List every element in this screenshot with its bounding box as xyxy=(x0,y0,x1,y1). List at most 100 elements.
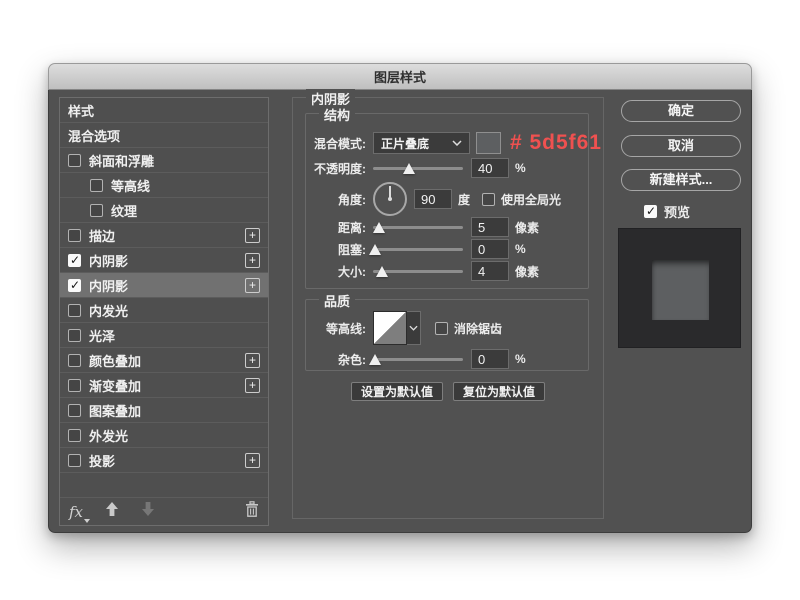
sidebar-item-stroke[interactable]: 描边 + xyxy=(60,223,268,248)
effect-checkbox[interactable] xyxy=(68,378,81,392)
choke-unit: % xyxy=(515,242,526,256)
effect-checkbox[interactable] xyxy=(68,278,81,292)
sidebar-item-label: 内阴影 xyxy=(89,278,129,294)
sidebar-item-gradient-overlay[interactable]: 渐变叠加 + xyxy=(60,373,268,398)
chevron-down-icon xyxy=(409,325,418,331)
size-slider[interactable] xyxy=(373,264,463,278)
sidebar-item-blending-options[interactable]: 混合选项 xyxy=(60,123,268,148)
effect-checkbox[interactable] xyxy=(68,228,81,242)
effects-sidebar: 样式混合选项斜面和浮雕等高线纹理描边+内阴影+内阴影+内发光光泽颜色叠加+渐变叠… xyxy=(59,97,269,526)
effect-checkbox[interactable] xyxy=(68,428,81,442)
effect-checkbox[interactable] xyxy=(68,353,81,367)
effect-checkbox[interactable] xyxy=(68,328,81,342)
contour-picker[interactable] xyxy=(373,311,421,345)
make-default-button[interactable]: 设置为默认值 xyxy=(350,382,443,401)
contour-dropdown-button[interactable] xyxy=(407,311,421,345)
dialog-body: 样式混合选项斜面和浮雕等高线纹理描边+内阴影+内阴影+内发光光泽颜色叠加+渐变叠… xyxy=(48,89,752,533)
sidebar-item-bevel-emboss[interactable]: 斜面和浮雕 xyxy=(60,148,268,173)
distance-slider[interactable] xyxy=(373,220,463,234)
distance-input[interactable] xyxy=(471,217,509,237)
sidebar-item-inner-glow[interactable]: 内发光 xyxy=(60,298,268,323)
contour-thumbnail[interactable] xyxy=(373,311,407,345)
noise-input[interactable] xyxy=(471,349,509,369)
angle-row: 角度: 度 使用全局光 xyxy=(312,180,602,218)
sidebar-item-pattern-overlay[interactable]: 图案叠加 xyxy=(60,398,268,423)
sidebar-item-label: 样式 xyxy=(68,103,95,119)
sidebar-item-label: 混合选项 xyxy=(68,128,121,144)
delete-effect-button[interactable] xyxy=(245,501,259,522)
noise-unit: % xyxy=(515,352,526,366)
quality-legend: 品质 xyxy=(319,291,356,310)
title-bar[interactable]: 图层样式 xyxy=(48,63,752,90)
reset-default-button[interactable]: 复位为默认值 xyxy=(453,382,546,401)
preview-checkbox[interactable] xyxy=(644,204,657,218)
move-effect-down-button[interactable] xyxy=(141,501,155,522)
add-effect-instance-button[interactable]: + xyxy=(245,452,260,468)
size-label: 大小: xyxy=(338,264,366,279)
sidebar-item-contour[interactable]: 等高线 xyxy=(60,173,268,198)
new-style-button[interactable]: 新建样式... xyxy=(621,169,741,191)
slider-track xyxy=(373,226,463,229)
distance-unit: 像素 xyxy=(515,220,540,235)
sidebar-item-label: 图案叠加 xyxy=(89,403,142,419)
choke-slider[interactable] xyxy=(368,242,463,256)
anti-aliased-label: 消除锯齿 xyxy=(454,321,503,336)
blend-mode-row: 混合模式: 正片叠底 # 5d5f61 xyxy=(312,131,602,154)
contour-label: 等高线: xyxy=(326,321,366,336)
slider-thumb[interactable] xyxy=(368,244,381,255)
sidebar-item-label: 内发光 xyxy=(89,303,129,319)
effect-checkbox[interactable] xyxy=(68,153,81,167)
add-effect-instance-button[interactable]: + xyxy=(245,277,260,293)
choke-input[interactable] xyxy=(471,239,509,259)
size-input[interactable] xyxy=(471,261,509,281)
angle-dial[interactable] xyxy=(373,182,407,216)
sidebar-item-label: 外发光 xyxy=(89,428,129,444)
noise-slider[interactable] xyxy=(368,352,463,366)
add-effect-instance-button[interactable]: + xyxy=(245,352,260,368)
add-effect-instance-button[interactable]: + xyxy=(245,227,260,243)
ok-button[interactable]: 确定 xyxy=(621,100,741,122)
opacity-row: 不透明度: % xyxy=(312,157,602,179)
distance-label: 距离: xyxy=(338,220,366,235)
effect-checkbox[interactable] xyxy=(68,403,81,417)
anti-aliased-checkbox[interactable] xyxy=(435,321,448,335)
cancel-button[interactable]: 取消 xyxy=(621,135,741,157)
slider-track xyxy=(373,358,463,361)
angle-unit: 度 xyxy=(458,192,471,207)
effect-checkbox[interactable] xyxy=(68,453,81,467)
effect-checkbox[interactable] xyxy=(68,303,81,317)
effect-checkbox[interactable] xyxy=(90,178,103,192)
sidebar-item-color-overlay[interactable]: 颜色叠加 + xyxy=(60,348,268,373)
fx-menu-button[interactable]: fx xyxy=(69,503,91,523)
add-effect-instance-button[interactable]: + xyxy=(245,252,260,268)
sidebar-item-label: 渐变叠加 xyxy=(89,378,142,394)
add-effect-instance-button[interactable]: + xyxy=(245,377,260,393)
shadow-color-swatch[interactable] xyxy=(476,132,501,154)
opacity-slider[interactable] xyxy=(373,161,463,175)
opacity-label: 不透明度: xyxy=(314,161,366,176)
sidebar-item-styles[interactable]: 样式 xyxy=(60,98,268,123)
angle-input[interactable] xyxy=(414,189,452,209)
sidebar-item-inner-shadow-2[interactable]: 内阴影 + xyxy=(60,273,268,298)
move-effect-up-button[interactable] xyxy=(105,501,119,522)
sidebar-item-texture[interactable]: 纹理 xyxy=(60,198,268,223)
slider-thumb[interactable] xyxy=(373,222,386,233)
blend-mode-dropdown[interactable]: 正片叠底 xyxy=(373,132,471,154)
dialog-title: 图层样式 xyxy=(373,70,426,85)
slider-thumb[interactable] xyxy=(403,163,415,174)
preview-toggle-row: 预览 xyxy=(644,202,690,221)
sidebar-item-label: 颜色叠加 xyxy=(89,353,142,369)
choke-row: 阻塞: % xyxy=(312,238,602,260)
slider-thumb[interactable] xyxy=(368,354,381,365)
sidebar-item-satin[interactable]: 光泽 xyxy=(60,323,268,348)
sidebar-item-drop-shadow[interactable]: 投影 + xyxy=(60,448,268,473)
sidebar-items: 样式混合选项斜面和浮雕等高线纹理描边+内阴影+内阴影+内发光光泽颜色叠加+渐变叠… xyxy=(60,98,268,473)
use-global-light-checkbox[interactable] xyxy=(482,192,496,206)
opacity-input[interactable] xyxy=(471,158,509,178)
effect-checkbox[interactable] xyxy=(90,203,103,217)
slider-thumb[interactable] xyxy=(376,266,388,277)
sidebar-item-inner-shadow-1[interactable]: 内阴影 + xyxy=(60,248,268,273)
blend-mode-value: 正片叠底 xyxy=(381,136,430,151)
sidebar-item-outer-glow[interactable]: 外发光 xyxy=(60,423,268,448)
effect-checkbox[interactable] xyxy=(68,253,81,267)
